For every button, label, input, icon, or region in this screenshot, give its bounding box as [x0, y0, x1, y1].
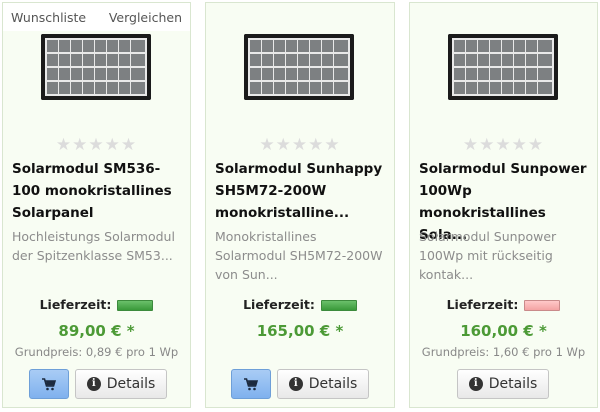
delivery-time: Lieferzeit: [3, 297, 190, 312]
product-price: 160,00 € * [460, 322, 547, 340]
details-button[interactable]: i Details [277, 369, 369, 399]
details-button[interactable]: i Details [457, 369, 549, 399]
details-label: Details [488, 376, 538, 392]
product-description: Monokristallines Solarmodul SH5M72-200W … [215, 229, 383, 282]
rating-stars: ★★★★★ [259, 135, 341, 155]
details-label: Details [106, 376, 156, 392]
delivery-status-indicator [524, 300, 561, 311]
card-actions-bar: Wunschliste Vergleichen [3, 3, 190, 31]
rating-stars: ★★★★★ [55, 135, 138, 155]
product-price: 165,00 € * [256, 322, 344, 340]
delivery-status-indicator [117, 300, 154, 311]
card-buttons: i Details [206, 369, 394, 401]
info-icon: i [468, 377, 483, 391]
delivery-time: Lieferzeit: [206, 297, 394, 312]
delivery-status-indicator [320, 300, 357, 311]
delivery-label: Lieferzeit: [243, 297, 315, 312]
cart-icon [42, 377, 56, 390]
add-to-cart-button[interactable] [231, 369, 271, 399]
card-buttons: i Details [410, 369, 597, 401]
info-icon: i [86, 377, 101, 391]
product-description: Solarmodul Sunpower 100Wp mit rückseitig… [419, 229, 557, 282]
product-title[interactable]: Solarmodul SM536-100 monokristallines So… [12, 158, 184, 224]
card-buttons: i Details [3, 369, 190, 401]
wishlist-link[interactable]: Wunschliste [11, 10, 86, 25]
product-image[interactable] [41, 34, 151, 100]
details-label: Details [308, 376, 358, 392]
details-button[interactable]: i Details [75, 369, 167, 399]
product-image[interactable] [448, 34, 558, 100]
base-price: Grundpreis: 0,89 € pro 1 Wp [14, 345, 179, 359]
delivery-label: Lieferzeit: [446, 297, 519, 312]
product-title[interactable]: Solarmodul Sunhappy SH5M72-200W monokris… [215, 158, 388, 224]
product-card: Wunschliste Vergleichen ★★★★★ Solarmodul… [2, 2, 191, 408]
product-price: 89,00 € * [58, 322, 135, 340]
product-description: Hochleistungs Solarmodul der Spitzenklas… [12, 229, 175, 263]
delivery-label: Lieferzeit: [39, 297, 112, 312]
product-grid: Wunschliste Vergleichen ★★★★★ Solarmodul… [0, 0, 600, 412]
info-icon: i [288, 377, 303, 391]
rating-stars: ★★★★★ [462, 135, 545, 155]
product-card: ★★★★★ Solarmodul Sunpower 100Wp monokris… [409, 2, 598, 408]
delivery-time: Lieferzeit: [410, 297, 597, 312]
add-to-cart-button[interactable] [29, 369, 69, 399]
compare-link[interactable]: Vergleichen [109, 10, 182, 25]
product-card: ★★★★★ Solarmodul Sunhappy SH5M72-200W mo… [205, 2, 395, 408]
product-image[interactable] [244, 34, 354, 100]
base-price: Grundpreis: 1,60 € pro 1 Wp [421, 345, 586, 359]
cart-icon [244, 377, 258, 390]
